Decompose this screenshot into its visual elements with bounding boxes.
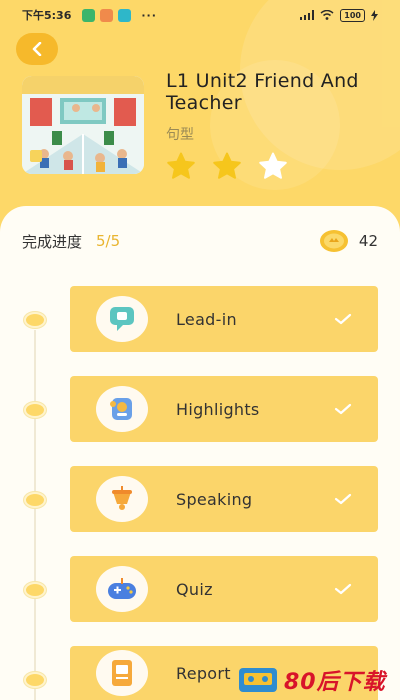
coin-counter: 42	[319, 229, 378, 253]
app-notification-icon	[100, 8, 114, 22]
signal-icon	[300, 10, 315, 20]
lesson-title: L1 Unit2 Friend And Teacher	[166, 70, 359, 114]
check-icon	[334, 580, 352, 599]
back-button[interactable]	[16, 33, 58, 65]
progress-panel	[0, 206, 400, 700]
status-bar: 下午5:36 ··· 100	[0, 0, 400, 30]
status-time: 下午5:36	[22, 9, 72, 22]
report-icon	[96, 650, 148, 696]
more-notifications-icon: ···	[141, 8, 157, 22]
coin-count: 42	[358, 232, 378, 250]
timeline-line	[34, 330, 36, 700]
step-label: Quiz	[176, 579, 213, 599]
battery-icon: 100	[340, 8, 365, 22]
star-filled-icon	[212, 152, 242, 180]
timeline-dot	[24, 672, 46, 688]
charging-icon	[371, 9, 378, 21]
step-label: Lead-in	[176, 309, 237, 329]
status-indicators: 100	[300, 8, 378, 22]
chevron-left-icon	[32, 42, 42, 56]
step-label: Speaking	[176, 489, 253, 509]
gamepad-icon	[96, 566, 148, 612]
check-icon	[334, 490, 352, 509]
step-label: Report	[176, 663, 231, 683]
step-highlights[interactable]: Highlights	[70, 376, 378, 442]
step-quiz[interactable]: Quiz	[70, 556, 378, 622]
star-filled-icon	[166, 152, 196, 180]
watermark-text: 80后下载	[284, 670, 386, 695]
lesson-type-label: 句型	[166, 127, 194, 143]
lesson-stars	[166, 152, 288, 180]
wifi-icon	[320, 10, 334, 20]
progress-row: 完成进度 5/5 42	[22, 226, 378, 256]
progress-label: 完成进度	[22, 232, 83, 251]
coin-icon	[319, 230, 348, 252]
timeline-dot	[24, 312, 46, 328]
app-notification-icon	[82, 8, 96, 22]
timeline-dot	[24, 402, 46, 418]
step-speaking[interactable]: Speaking	[70, 466, 378, 532]
check-icon	[334, 400, 352, 419]
timeline-dot	[24, 582, 46, 598]
timeline-dot	[24, 492, 46, 508]
chat-bubble-icon	[96, 296, 148, 342]
megaphone-icon	[96, 476, 148, 522]
progress-value: 5/5	[96, 232, 121, 250]
highlights-icon	[96, 386, 148, 432]
step-label: Highlights	[176, 399, 260, 419]
lesson-thumbnail	[22, 76, 144, 174]
step-lead-in[interactable]: Lead-in	[70, 286, 378, 352]
cassette-logo-icon	[239, 668, 277, 692]
check-icon	[334, 310, 352, 329]
star-empty-icon	[258, 152, 288, 180]
app-notification-icon	[118, 8, 132, 22]
watermark: 80后下载	[238, 660, 400, 700]
